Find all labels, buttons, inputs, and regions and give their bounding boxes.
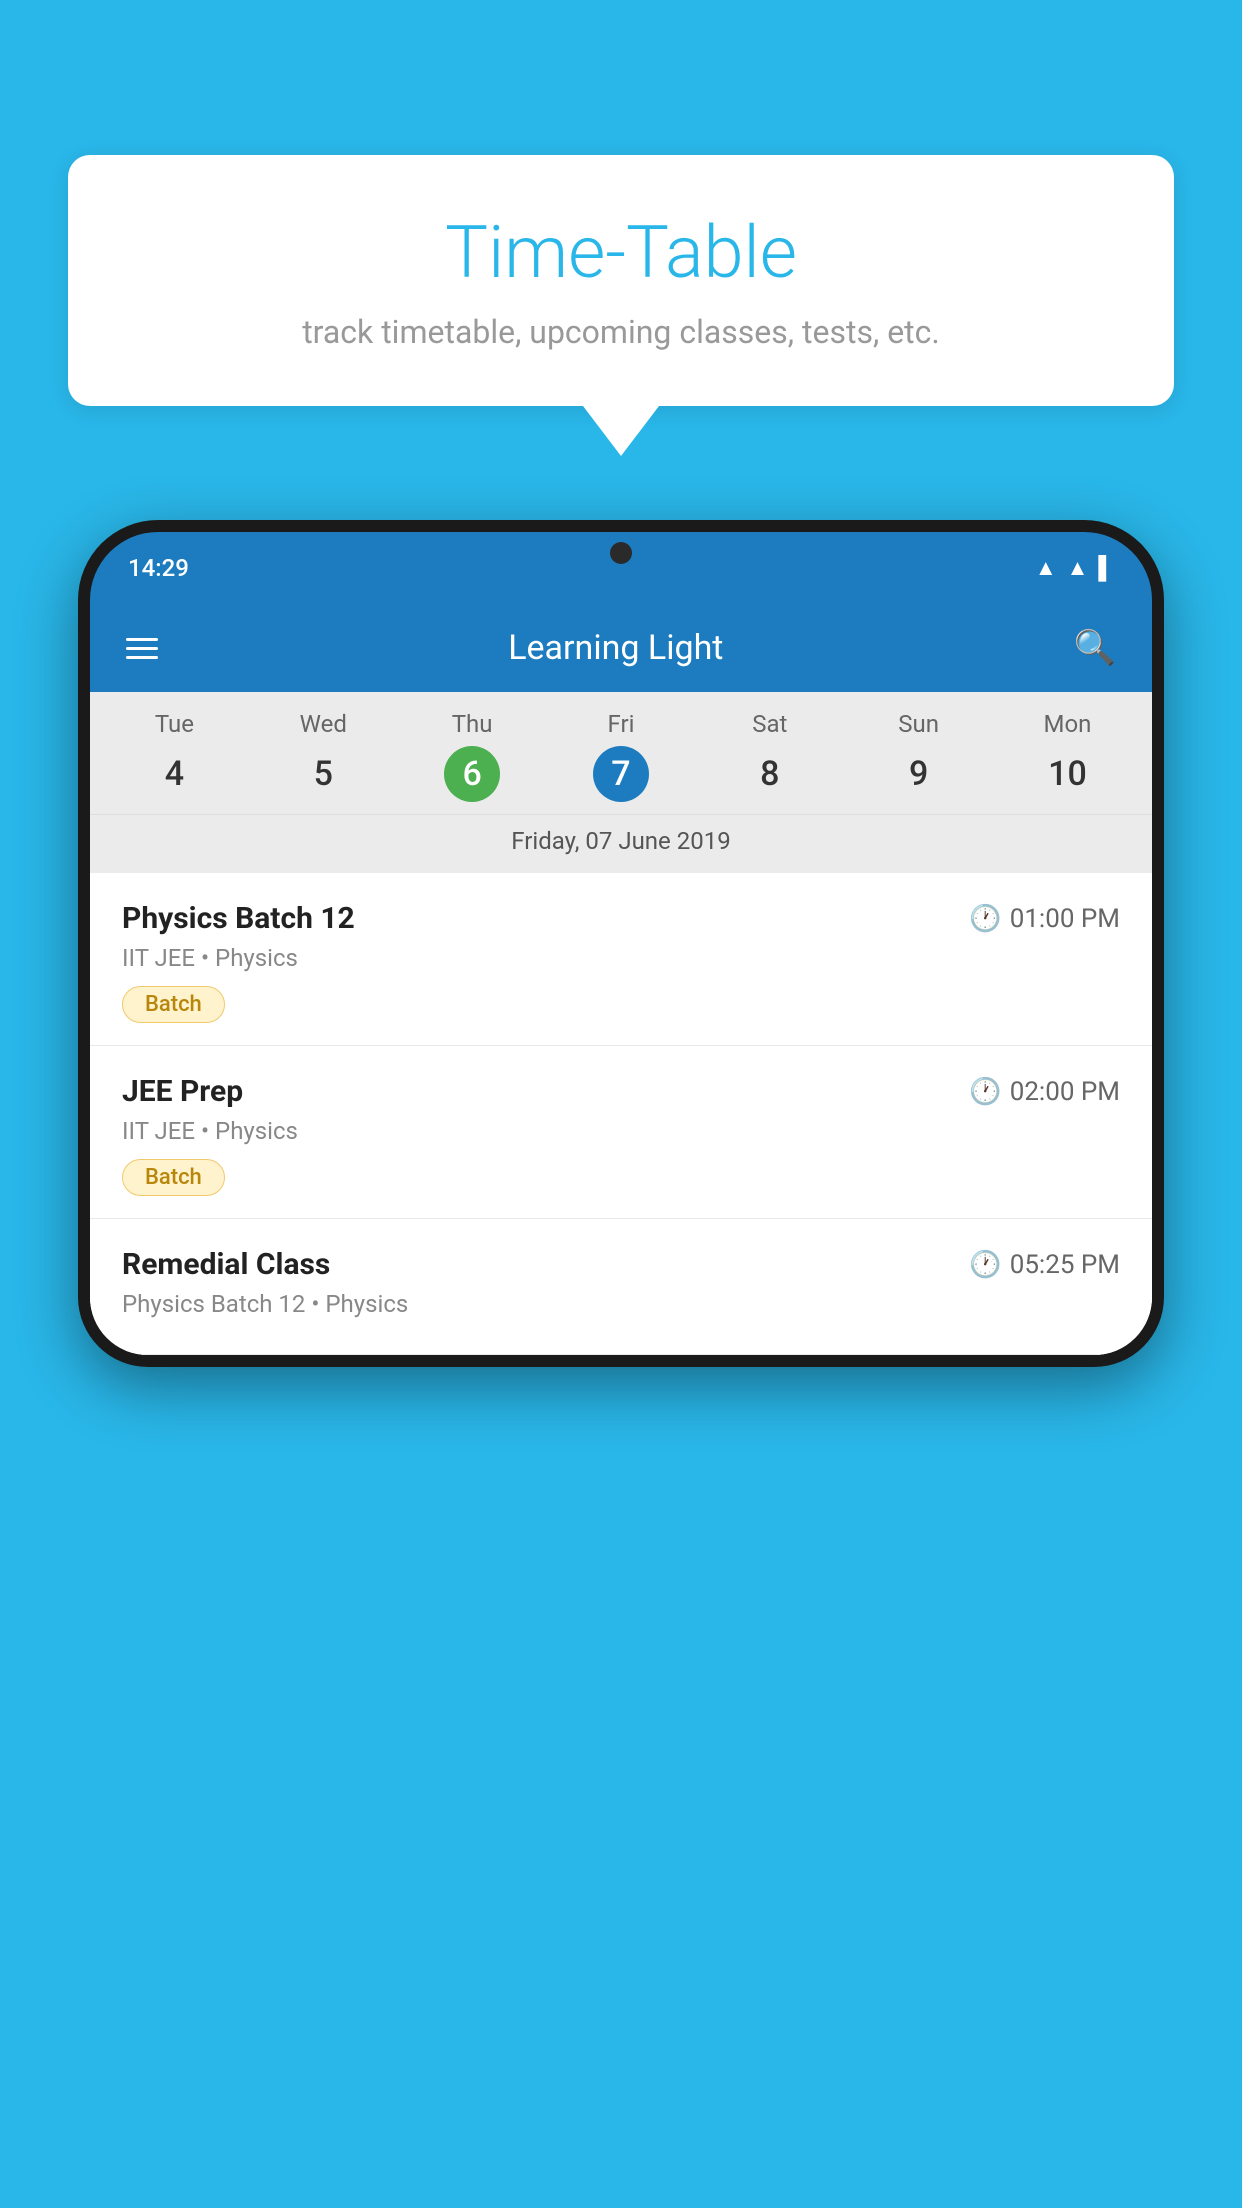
bubble-title: Time-Table [128, 210, 1114, 295]
clock-icon: 🕐 [969, 904, 1001, 934]
battery-icon: ▌ [1098, 555, 1114, 581]
phone-wrapper: 14:29 ▲ ▲ ▌ Learning Light 🔍 Tue4We [78, 520, 1164, 2208]
day-name: Tue [155, 710, 194, 738]
signal-icon: ▲ [1067, 555, 1089, 581]
class-meta: IIT JEE • Physics [122, 944, 1120, 972]
day-number[interactable]: 4 [146, 746, 202, 802]
day-number[interactable]: 7 [593, 746, 649, 802]
wifi-icon: ▲ [1035, 555, 1057, 581]
day-name: Sat [752, 710, 787, 738]
speech-bubble-card: Time-Table track timetable, upcoming cla… [68, 155, 1174, 406]
status-bar: 14:29 ▲ ▲ ▌ [90, 532, 1152, 604]
menu-icon[interactable] [126, 638, 158, 659]
day-number[interactable]: 6 [444, 746, 500, 802]
day-col-wed[interactable]: Wed 5 [279, 710, 367, 802]
status-icons: ▲ ▲ ▌ [1035, 555, 1114, 581]
classes-list: Physics Batch 12 🕐 01:00 PM IIT JEE • Phys… [90, 873, 1152, 1355]
day-name: Mon [1044, 710, 1092, 738]
class-header: Remedial Class 🕐 05:25 PM [122, 1247, 1120, 1282]
speech-bubble-section: Time-Table track timetable, upcoming cla… [68, 155, 1174, 456]
search-icon[interactable]: 🔍 [1074, 628, 1116, 668]
day-number[interactable]: 10 [1039, 746, 1095, 802]
batch-tag: Batch [122, 986, 225, 1023]
class-name: JEE Prep [122, 1074, 243, 1109]
class-item[interactable]: Physics Batch 12 🕐 01:00 PM IIT JEE • Phys… [90, 873, 1152, 1046]
class-meta: Physics Batch 12 • Physics [122, 1290, 1120, 1318]
class-item[interactable]: JEE Prep 🕐 02:00 PM IIT JEE • Physics Batch [90, 1046, 1152, 1219]
day-name: Fri [607, 710, 634, 738]
class-meta: IIT JEE • Physics [122, 1117, 1120, 1145]
day-number[interactable]: 5 [295, 746, 351, 802]
day-col-fri[interactable]: Fri 7 [577, 710, 665, 802]
date-label: Friday, 07 June 2019 [90, 814, 1152, 873]
camera-notch [610, 542, 632, 564]
status-time: 14:29 [128, 554, 189, 582]
day-col-tue[interactable]: Tue 4 [130, 710, 218, 802]
app-title: Learning Light [508, 628, 723, 668]
class-name: Remedial Class [122, 1247, 330, 1282]
day-col-mon[interactable]: Mon 10 [1023, 710, 1111, 802]
class-time: 🕐 02:00 PM [969, 1077, 1120, 1107]
calendar-week: Tue 4 Wed 5 Thu 6 Fri 7 Sat 8 Sun 9 Mon 10 Friday, 07… [90, 692, 1152, 873]
class-time: 🕐 01:00 PM [969, 904, 1120, 934]
batch-tag: Batch [122, 1159, 225, 1196]
day-col-thu[interactable]: Thu 6 [428, 710, 516, 802]
day-number[interactable]: 9 [891, 746, 947, 802]
phone-outer: 14:29 ▲ ▲ ▌ Learning Light 🔍 Tue4We [78, 520, 1164, 1367]
day-col-sun[interactable]: Sun 9 [875, 710, 963, 802]
day-number[interactable]: 8 [742, 746, 798, 802]
class-header: JEE Prep 🕐 02:00 PM [122, 1074, 1120, 1109]
class-item[interactable]: Remedial Class 🕐 05:25 PM Physics Batch 12… [90, 1219, 1152, 1355]
clock-icon: 🕐 [969, 1077, 1001, 1107]
bubble-pointer [583, 406, 659, 456]
week-days-row: Tue 4 Wed 5 Thu 6 Fri 7 Sat 8 Sun 9 Mon 10 [90, 710, 1152, 802]
bubble-subtitle: track timetable, upcoming classes, tests… [128, 313, 1114, 351]
app-header: Learning Light 🔍 [90, 604, 1152, 692]
day-col-sat[interactable]: Sat 8 [726, 710, 814, 802]
clock-icon: 🕐 [969, 1250, 1001, 1280]
class-header: Physics Batch 12 🕐 01:00 PM [122, 901, 1120, 936]
day-name: Thu [452, 710, 493, 738]
class-name: Physics Batch 12 [122, 901, 355, 936]
day-name: Wed [300, 710, 347, 738]
phone-screen: Learning Light 🔍 Tue 4 Wed 5 Thu 6 Fri 7 Sat 8 Sun… [90, 604, 1152, 1355]
class-time: 🕐 05:25 PM [969, 1250, 1120, 1280]
day-name: Sun [898, 710, 939, 738]
